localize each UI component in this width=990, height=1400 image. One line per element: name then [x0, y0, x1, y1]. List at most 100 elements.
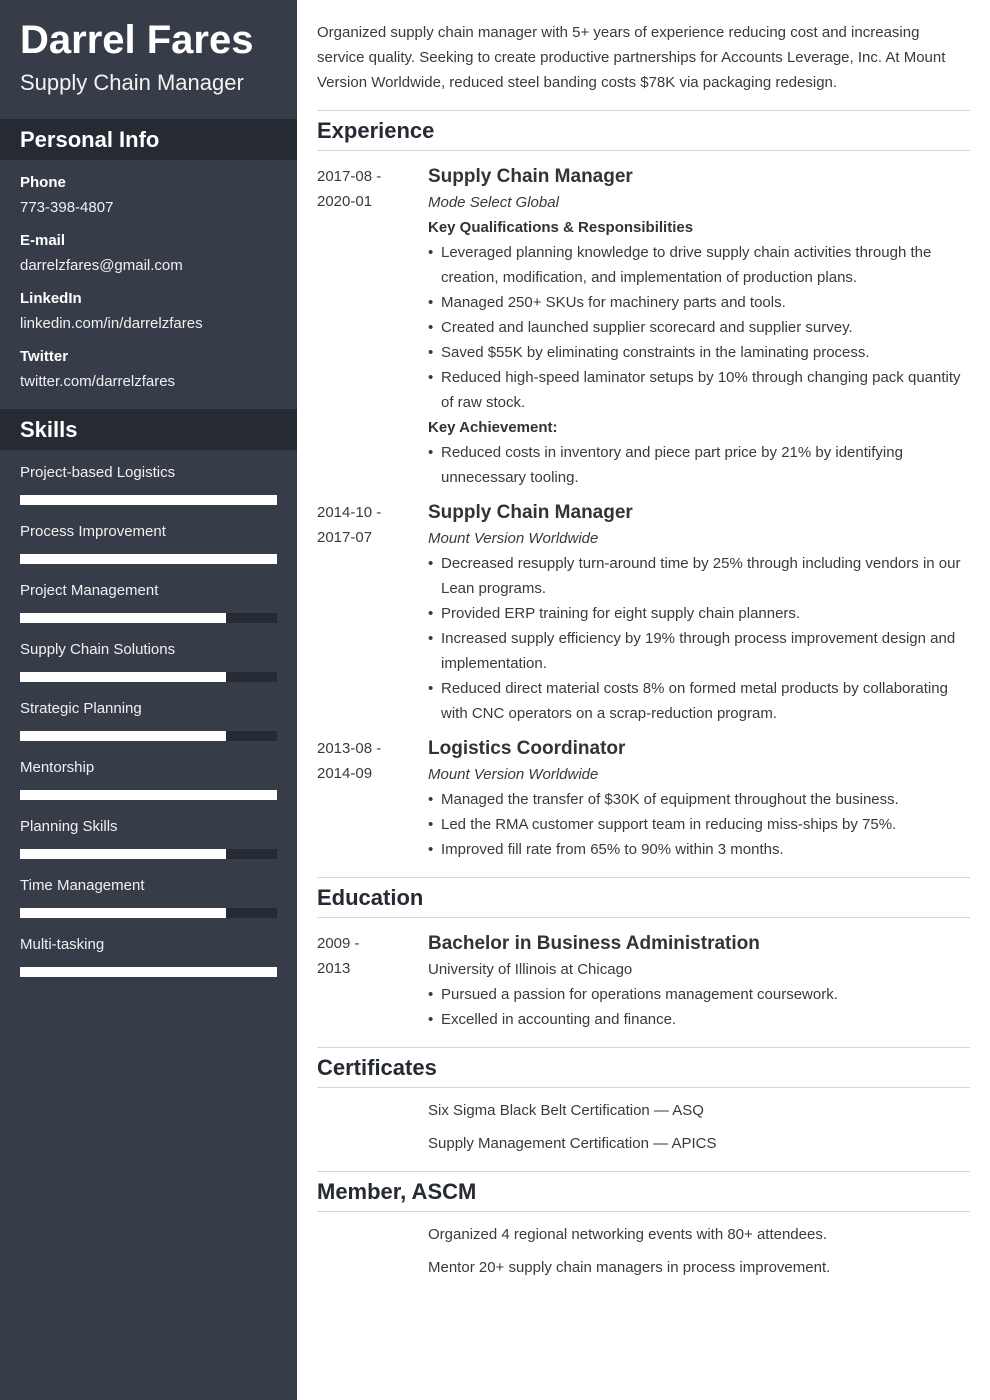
school-name: University of Illinois at Chicago	[428, 961, 633, 978]
experience-entry: 2014-10 - 2017-07 Supply Chain Manager M…	[317, 500, 970, 726]
certificates-heading: Certificates	[317, 1047, 970, 1088]
bullet-list: Decreased resupply turn-around time by 2…	[428, 551, 970, 726]
date-end: 2014-09	[317, 765, 373, 782]
skill-bar-fill	[20, 613, 226, 623]
skill-name: Project Management	[20, 582, 159, 599]
skill-name: Supply Chain Solutions	[20, 641, 176, 658]
skills-list: Project-based Logistics Process Improvem…	[0, 464, 297, 981]
bullet-item: Decreased resupply turn-around time by 2…	[428, 551, 970, 601]
date-end: 2017-07	[317, 529, 373, 546]
skill-name: Multi-tasking	[20, 936, 105, 953]
skill-item: Strategic Planning	[20, 700, 277, 745]
bullet-item: Leveraged planning knowledge to drive su…	[428, 240, 970, 290]
skill-bar	[20, 495, 277, 505]
experience-heading: Experience	[317, 110, 970, 151]
linkedin-value: linkedin.com/in/darrelzfares	[20, 315, 203, 332]
job-title: Supply Chain Manager	[428, 166, 633, 187]
bullet-item: Created and launched supplier scorecard …	[428, 315, 970, 340]
company-name: Mount Version Worldwide	[428, 766, 599, 783]
skill-bar	[20, 967, 277, 977]
skill-item: Process Improvement	[20, 523, 277, 568]
skill-bar-fill	[20, 495, 277, 505]
skill-name: Strategic Planning	[20, 700, 142, 717]
skill-bar	[20, 672, 277, 682]
phone-value: 773-398-4807	[20, 199, 114, 216]
summary: Organized supply chain manager with 5+ y…	[317, 24, 946, 91]
bullet-item: Saved $55K by eliminating constraints in…	[428, 340, 970, 365]
experience-entry: 2013-08 - 2014-09 Logistics Coordinator …	[317, 736, 970, 862]
skill-item: Project-based Logistics	[20, 464, 277, 509]
date-range: 2013-08 - 2014-09	[317, 736, 428, 862]
bullet-item: Managed 250+ SKUs for machinery parts an…	[428, 290, 970, 315]
bullet-item: Provided ERP training for eight supply c…	[428, 601, 970, 626]
skill-bar	[20, 554, 277, 564]
job-title: Logistics Coordinator	[428, 738, 626, 759]
skill-item: Mentorship	[20, 759, 277, 804]
skill-item: Multi-tasking	[20, 936, 277, 981]
skill-item: Time Management	[20, 877, 277, 922]
bullet-item: Reduced high-speed laminator setups by 1…	[428, 365, 970, 415]
qualifications-subheading: Key Qualifications & Responsibilities	[428, 219, 694, 236]
education-heading: Education	[317, 877, 970, 918]
skill-bar-fill	[20, 790, 277, 800]
phone-label: Phone	[20, 174, 66, 191]
bullet-item: Increased supply efficiency by 19% throu…	[428, 626, 970, 676]
date-range: 2017-08 - 2020-01	[317, 164, 428, 490]
skill-bar-fill	[20, 672, 226, 682]
date-range: 2009 - 2013	[317, 931, 428, 1032]
skill-item: Supply Chain Solutions	[20, 641, 277, 686]
skill-bar-fill	[20, 908, 226, 918]
personal-info-heading: Personal Info	[0, 119, 297, 160]
certificate-item: Supply Management Certification — APICS	[428, 1135, 717, 1152]
bullet-item: Excelled in accounting and finance.	[428, 1007, 970, 1032]
sidebar: Darrel Fares Supply Chain Manager Person…	[0, 0, 297, 1400]
skill-bar-fill	[20, 967, 277, 977]
twitter-label: Twitter	[20, 348, 69, 365]
education-entry: 2009 - 2013 Bachelor in Business Adminis…	[317, 931, 970, 1032]
achievement-subheading: Key Achievement:	[428, 419, 558, 436]
bullet-item: Pursued a passion for operations managem…	[428, 982, 970, 1007]
bullet-item: Managed the transfer of $30K of equipmen…	[428, 787, 970, 812]
company-name: Mode Select Global	[428, 194, 559, 211]
skill-item: Project Management	[20, 582, 277, 627]
company-name: Mount Version Worldwide	[428, 530, 599, 547]
skill-bar	[20, 908, 277, 918]
degree-title: Bachelor in Business Administration	[428, 933, 760, 954]
candidate-name: Darrel Fares	[20, 18, 254, 62]
skill-bar	[20, 790, 277, 800]
date-end: 2013	[317, 960, 351, 977]
bullet-list: Pursued a passion for operations managem…	[428, 982, 970, 1032]
email-label: E-mail	[20, 232, 66, 249]
candidate-title: Supply Chain Manager	[20, 70, 244, 95]
bullet-list: Leveraged planning knowledge to drive su…	[428, 240, 970, 415]
main-content: Organized supply chain manager with 5+ y…	[317, 0, 970, 1280]
skill-name: Process Improvement	[20, 523, 166, 540]
bullet-list: Reduced costs in inventory and piece par…	[428, 440, 970, 490]
skill-name: Time Management	[20, 877, 145, 894]
membership-item: Organized 4 regional networking events w…	[428, 1226, 828, 1243]
skill-bar-fill	[20, 849, 226, 859]
skill-name: Project-based Logistics	[20, 464, 176, 481]
skill-bar-fill	[20, 554, 277, 564]
skills-heading: Skills	[0, 409, 297, 450]
skill-bar	[20, 613, 277, 623]
email-value: darrelzfares@gmail.com	[20, 257, 183, 274]
job-title: Supply Chain Manager	[428, 502, 633, 523]
skill-name: Planning Skills	[20, 818, 118, 835]
experience-entry: 2017-08 - 2020-01 Supply Chain Manager M…	[317, 164, 970, 490]
contact-list: Phone 773-398-4807 E-mail darrelzfares@g…	[0, 174, 297, 391]
date-start: 2014-10 -	[317, 504, 382, 521]
date-range: 2014-10 - 2017-07	[317, 500, 428, 726]
skill-name: Mentorship	[20, 759, 95, 776]
date-start: 2009 -	[317, 935, 360, 952]
skill-bar-fill	[20, 731, 226, 741]
bullet-item: Reduced direct material costs 8% on form…	[428, 676, 970, 726]
skill-bar	[20, 849, 277, 859]
skill-item: Planning Skills	[20, 818, 277, 863]
bullet-item: Led the RMA customer support team in red…	[428, 812, 970, 837]
bullet-item: Improved fill rate from 65% to 90% withi…	[428, 837, 970, 862]
bullet-item: Reduced costs in inventory and piece par…	[428, 440, 970, 490]
date-start: 2017-08 -	[317, 168, 382, 185]
membership-item: Mentor 20+ supply chain managers in proc…	[428, 1259, 831, 1276]
certificate-item: Six Sigma Black Belt Certification — ASQ	[428, 1102, 704, 1119]
